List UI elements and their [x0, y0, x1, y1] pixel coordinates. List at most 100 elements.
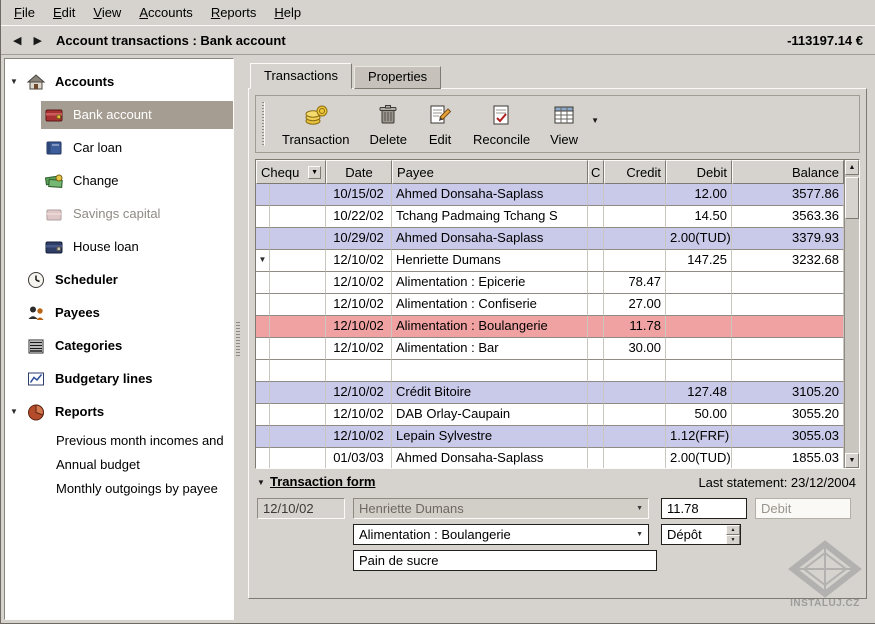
- column-header-mark[interactable]: C: [588, 160, 604, 184]
- scroll-thumb[interactable]: [845, 177, 859, 219]
- pane-splitter[interactable]: [234, 55, 242, 623]
- payee-value: Henriette Dumans: [359, 501, 464, 516]
- sidebar-item-house-loan[interactable]: House loan: [5, 230, 233, 263]
- cell-balance: [732, 360, 844, 382]
- navigation-sidebar: ▼ Accounts Bank account: [1, 55, 234, 623]
- sidebar-item-car-loan[interactable]: Car loan: [5, 131, 233, 164]
- sidebar-item-reports[interactable]: ▼ Reports: [5, 395, 233, 428]
- payee-combo[interactable]: Henriette Dumans ▼: [353, 498, 649, 519]
- table-row[interactable]: 10/29/02Ahmed Donsaha-Saplass2.00(TUD)33…: [256, 228, 844, 250]
- cell-credit: [604, 404, 666, 426]
- tab-properties[interactable]: Properties: [354, 66, 441, 89]
- menu-help[interactable]: Help: [265, 2, 310, 23]
- sidebar-label: Previous month incomes and: [50, 433, 224, 448]
- table-row[interactable]: 12/10/02Alimentation : Bar30.00: [256, 338, 844, 360]
- headerbar: ◀ ▶ Account transactions : Bank account …: [1, 25, 875, 55]
- amount-field[interactable]: [661, 498, 747, 519]
- row-expander-cell: [256, 404, 270, 426]
- toolbar-grip-icon[interactable]: [262, 102, 265, 146]
- table-row[interactable]: 12/10/02Alimentation : Confiserie27.00: [256, 294, 844, 316]
- column-header-credit[interactable]: Credit: [604, 160, 666, 184]
- sidebar-item-payees[interactable]: Payees: [5, 296, 233, 329]
- forward-button[interactable]: ▶: [29, 33, 45, 48]
- transaction-form-title[interactable]: Transaction form: [270, 474, 375, 489]
- spin-down-icon[interactable]: ▼: [726, 535, 740, 545]
- column-header-payee[interactable]: Payee: [392, 160, 588, 184]
- table-row[interactable]: 10/22/02Tchang Padmaing Tchang S14.50356…: [256, 206, 844, 228]
- transaction-button[interactable]: Transaction: [274, 100, 357, 148]
- table-row[interactable]: 12/10/02Lepain Sylvestre1.12(FRF)3055.03: [256, 426, 844, 448]
- table-header: Chequ ▼ Date Payee C Credit Debit Balanc…: [256, 160, 844, 184]
- cell-debit: 14.50: [666, 206, 732, 228]
- expander-icon[interactable]: ▼: [5, 407, 23, 416]
- menu-view[interactable]: View: [84, 2, 130, 23]
- cell-payee: DAB Orlay-Caupain: [392, 404, 588, 426]
- column-header-cheque[interactable]: Chequ ▼: [256, 160, 326, 184]
- view-button[interactable]: View: [542, 100, 586, 148]
- cell-credit: [604, 426, 666, 448]
- menu-file[interactable]: File: [5, 2, 44, 23]
- cell-date: 12/10/02: [326, 316, 392, 338]
- back-button[interactable]: ◀: [9, 33, 25, 48]
- menu-edit[interactable]: Edit: [44, 2, 84, 23]
- view-dropdown-arrow-icon[interactable]: ▼: [591, 116, 599, 125]
- sidebar-item-accounts[interactable]: ▼ Accounts: [5, 65, 233, 98]
- sidebar-item-bank-account[interactable]: Bank account: [5, 98, 233, 131]
- sidebar-label: Payees: [49, 305, 100, 320]
- toolbar-button-label: Transaction: [282, 132, 349, 147]
- cell-c: [588, 426, 604, 448]
- menu-reports[interactable]: Reports: [202, 2, 266, 23]
- row-expander-cell: [256, 382, 270, 404]
- table-scrollbar[interactable]: ▲ ▼: [844, 160, 859, 468]
- column-header-debit[interactable]: Debit: [666, 160, 732, 184]
- sidebar-item-budgetary-lines[interactable]: Budgetary lines: [5, 362, 233, 395]
- row-expander-icon[interactable]: ▼: [256, 250, 270, 272]
- notes-field[interactable]: [353, 550, 657, 571]
- menu-accounts[interactable]: Accounts: [130, 2, 201, 23]
- table-row[interactable]: 12/10/02Alimentation : Boulangerie11.78: [256, 316, 844, 338]
- column-header-date[interactable]: Date: [326, 160, 392, 184]
- sidebar-item-savings-capital[interactable]: Savings capital: [5, 197, 233, 230]
- sidebar-item-categories[interactable]: Categories: [5, 329, 233, 362]
- payment-method-spinner[interactable]: Dépôt ▲ ▼: [661, 524, 741, 545]
- cheque-sort-dropdown-icon[interactable]: ▼: [308, 166, 321, 179]
- cell-payee: Henriette Dumans: [392, 250, 588, 272]
- scroll-down-icon[interactable]: ▼: [845, 453, 859, 468]
- chevron-down-icon[interactable]: ▼: [632, 505, 643, 512]
- column-header-balance[interactable]: Balance: [732, 160, 844, 184]
- form-expander-icon[interactable]: ▼: [257, 478, 265, 487]
- edit-button[interactable]: Edit: [419, 100, 461, 148]
- debit-field[interactable]: [755, 498, 851, 519]
- cell-credit: [604, 206, 666, 228]
- cell-credit: [604, 250, 666, 272]
- table-row[interactable]: 12/10/02Crédit Bitoire127.483105.20: [256, 382, 844, 404]
- sidebar-item-report-previous-month[interactable]: Previous month incomes and: [5, 428, 233, 452]
- scroll-up-icon[interactable]: ▲: [845, 160, 859, 175]
- table-row[interactable]: 12/10/02DAB Orlay-Caupain50.003055.20: [256, 404, 844, 426]
- chevron-down-icon[interactable]: ▼: [632, 531, 643, 538]
- date-field[interactable]: [257, 498, 345, 519]
- row-expander-cell: [256, 448, 270, 468]
- table-row[interactable]: 01/03/03Ahmed Donsaha-Saplass2.00(TUD)18…: [256, 448, 844, 468]
- cell-c: [588, 338, 604, 360]
- table-row[interactable]: [256, 360, 844, 382]
- sidebar-item-report-annual-budget[interactable]: Annual budget: [5, 452, 233, 476]
- category-combo[interactable]: Alimentation : Boulangerie ▼: [353, 524, 649, 545]
- sidebar-item-change[interactable]: Change: [5, 164, 233, 197]
- table-row[interactable]: ▼12/10/02Henriette Dumans147.253232.68: [256, 250, 844, 272]
- table-row[interactable]: 12/10/02Alimentation : Epicerie78.47: [256, 272, 844, 294]
- row-expander-cell: [256, 184, 270, 206]
- spin-up-icon[interactable]: ▲: [726, 525, 740, 535]
- row-expander-cell: [256, 272, 270, 294]
- sidebar-item-report-monthly-outgoings[interactable]: Monthly outgoings by payee: [5, 476, 233, 500]
- delete-button[interactable]: Delete: [361, 100, 415, 148]
- reconcile-button[interactable]: Reconcile: [465, 100, 538, 148]
- table-row[interactable]: 10/15/02Ahmed Donsaha-Saplass12.003577.8…: [256, 184, 844, 206]
- cell-date: 12/10/02: [326, 294, 392, 316]
- sidebar-item-scheduler[interactable]: Scheduler: [5, 263, 233, 296]
- tab-transactions[interactable]: Transactions: [250, 63, 352, 89]
- row-expander-cell: [256, 426, 270, 448]
- cell-balance: 3055.20: [732, 404, 844, 426]
- cell-debit: 147.25: [666, 250, 732, 272]
- expander-icon[interactable]: ▼: [5, 77, 23, 86]
